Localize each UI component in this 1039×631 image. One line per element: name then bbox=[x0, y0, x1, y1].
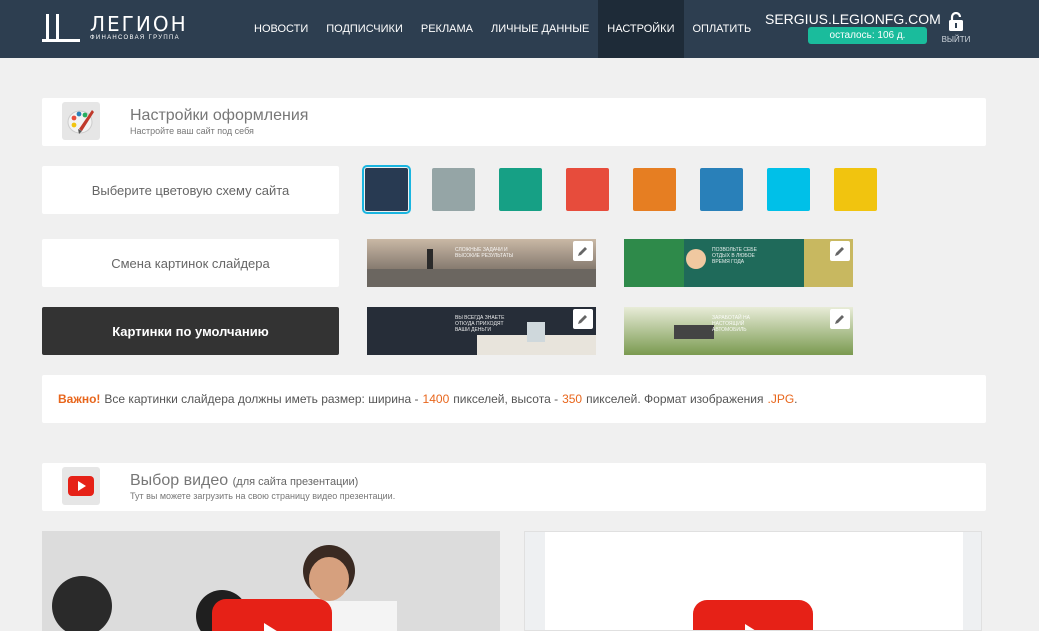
nav-ads[interactable]: РЕКЛАМА bbox=[412, 0, 482, 58]
notice-format: .JPG bbox=[767, 392, 795, 406]
logout-label: ВЫЙТИ bbox=[941, 35, 971, 44]
notice-height: 350 bbox=[562, 392, 583, 406]
slider-image-4-caption: ЗАРАБОТАЙ НА НАСТОЯЩИЙ АВТОМОБИЛЬ bbox=[712, 315, 750, 333]
video-settings-header: Выбор видео (для сайта презентации) Тут … bbox=[42, 463, 986, 511]
palette-brush-icon bbox=[62, 102, 100, 140]
edit-slide-1-button[interactable] bbox=[573, 241, 593, 261]
top-bar: ЛЕГИОН ФИНАНСОВАЯ ГРУППА НОВОСТИ ПОДПИСЧ… bbox=[0, 0, 1039, 58]
logo-title: ЛЕГИОН bbox=[90, 12, 188, 36]
color-swatch-7[interactable] bbox=[767, 168, 810, 211]
notice-end: . bbox=[794, 392, 798, 406]
slider-image-3-caption: ВЫ ВСЕГДА ЗНАЕТЕ ОТКУДА ПРИХОДЯТ ВАШИ ДЕ… bbox=[455, 315, 505, 333]
slider-image-3[interactable]: ВЫ ВСЕГДА ЗНАЕТЕ ОТКУДА ПРИХОДЯТ ВАШИ ДЕ… bbox=[367, 307, 596, 355]
color-swatch-6[interactable] bbox=[700, 168, 743, 211]
slider-image-2-caption: ПОЗВОЛЬТЕ СЕБЕ ОТДЫХ В ЛЮБОЕ ВРЕМЯ ГОДА bbox=[712, 247, 757, 265]
edit-slide-4-button[interactable] bbox=[830, 309, 850, 329]
days-left-badge: осталось: 106 д. bbox=[808, 27, 927, 44]
slider-image-4[interactable]: ЗАРАБОТАЙ НА НАСТОЯЩИЙ АВТОМОБИЛЬ bbox=[624, 307, 853, 355]
logo-mark-icon bbox=[42, 14, 82, 42]
video-preview-1[interactable] bbox=[42, 531, 500, 631]
color-swatch-5[interactable] bbox=[633, 168, 676, 211]
color-swatch-8[interactable] bbox=[834, 168, 877, 211]
slider-images-label: Смена картинок слайдера bbox=[42, 239, 339, 287]
video-settings-subtitle: Тут вы можете загрузить на свою страницу… bbox=[130, 491, 396, 501]
slider-image-1-caption: СЛОЖНЫЕ ЗАДАЧИ И ВЫСОКИЕ РЕЗУЛЬТАТЫ bbox=[455, 247, 514, 259]
youtube-play-icon bbox=[62, 467, 100, 505]
slider-image-2[interactable]: ПОЗВОЛЬТЕ СЕБЕ ОТДЫХ В ЛЮБОЕ ВРЕМЯ ГОДА bbox=[624, 239, 853, 287]
pencil-icon bbox=[578, 247, 587, 256]
unlock-icon bbox=[949, 12, 963, 31]
slider-image-1[interactable]: СЛОЖНЫЕ ЗАДАЧИ И ВЫСОКИЕ РЕЗУЛЬТАТЫ bbox=[367, 239, 596, 287]
pencil-icon bbox=[835, 315, 844, 324]
color-swatch-3[interactable] bbox=[499, 168, 542, 211]
video-1-play-icon[interactable] bbox=[212, 599, 332, 631]
video-2-play-icon[interactable] bbox=[693, 600, 813, 630]
user-site-name[interactable]: SERGIUS.LEGIONFG.COM bbox=[765, 11, 941, 27]
notice-text-1: Все картинки слайдера должны иметь разме… bbox=[104, 392, 419, 406]
pencil-icon bbox=[578, 315, 587, 324]
nav-settings[interactable]: НАСТРОЙКИ bbox=[598, 0, 684, 58]
nav-news[interactable]: НОВОСТИ bbox=[245, 0, 317, 58]
notice-text-2: пикселей, высота - bbox=[453, 392, 559, 406]
color-swatch-1[interactable] bbox=[362, 165, 411, 214]
nav-personal-data[interactable]: ЛИЧНЫЕ ДАННЫЕ bbox=[482, 0, 598, 58]
logo[interactable]: ЛЕГИОН ФИНАНСОВАЯ ГРУППА bbox=[42, 12, 192, 44]
color-swatch-2[interactable] bbox=[432, 168, 475, 211]
color-scheme-label: Выберите цветовую схему сайта bbox=[42, 166, 339, 214]
default-images-button[interactable]: Картинки по умолчанию bbox=[42, 307, 339, 355]
edit-slide-3-button[interactable] bbox=[573, 309, 593, 329]
design-settings-title: Настройки оформления bbox=[130, 107, 309, 124]
notice-width: 1400 bbox=[422, 392, 450, 406]
video-preview-2[interactable] bbox=[524, 531, 982, 631]
important-label: Важно! bbox=[58, 392, 101, 406]
image-size-notice: Важно! Все картинки слайдера должны имет… bbox=[42, 375, 986, 423]
logout-button[interactable]: ВЫЙТИ bbox=[938, 12, 974, 46]
main-nav: НОВОСТИ ПОДПИСЧИКИ РЕКЛАМА ЛИЧНЫЕ ДАННЫЕ… bbox=[245, 0, 760, 58]
logo-subtitle: ФИНАНСОВАЯ ГРУППА bbox=[90, 35, 180, 41]
video-settings-title: Выбор видео (для сайта презентации) bbox=[130, 472, 359, 489]
color-swatch-4[interactable] bbox=[566, 168, 609, 211]
nav-pay[interactable]: ОПЛАТИТЬ bbox=[684, 0, 761, 58]
nav-subscribers[interactable]: ПОДПИСЧИКИ bbox=[317, 0, 412, 58]
edit-slide-2-button[interactable] bbox=[830, 241, 850, 261]
notice-text-3: пикселей. Формат изображения bbox=[586, 392, 764, 406]
pencil-icon bbox=[835, 247, 844, 256]
design-settings-header: Настройки оформления Настройте ваш сайт … bbox=[42, 98, 986, 146]
design-settings-subtitle: Настройте ваш сайт под себя bbox=[130, 126, 254, 136]
